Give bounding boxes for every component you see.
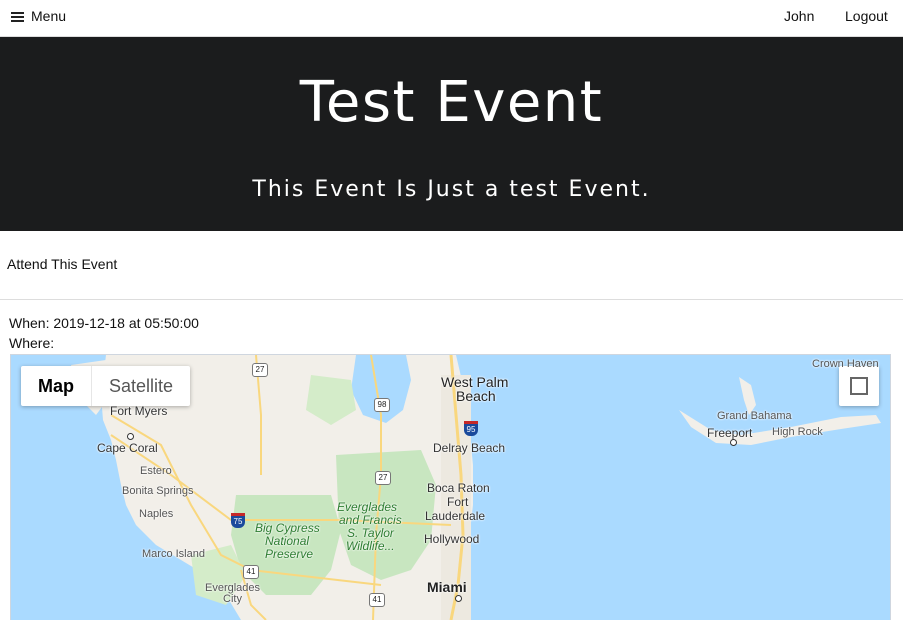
route-us41-shield: 41 [243, 565, 259, 579]
route-us27-shield: 27 [252, 363, 268, 377]
route-us41-shield-2: 41 [369, 593, 385, 607]
city-marker [455, 595, 462, 602]
place-estero: Estero [140, 465, 172, 477]
place-freeport: Freeport [707, 426, 753, 440]
fullscreen-icon [850, 377, 859, 386]
place-bonita-springs: Bonita Springs [122, 485, 194, 497]
place-west-palm-beach: Beach [456, 388, 496, 404]
park-big-cypress-3: Preserve [265, 547, 314, 561]
attend-event-link[interactable]: Attend This Event [7, 256, 117, 272]
event-when: When: 2019-12-18 at 05:50:00 [9, 315, 199, 331]
route-i95-shield: 95 [464, 421, 478, 436]
city-marker [730, 439, 737, 446]
place-boca-raton: Boca Raton [427, 481, 490, 495]
route-us27-shield-2: 27 [375, 471, 391, 485]
place-miami: Miami [427, 579, 467, 595]
place-hollywood: Hollywood [424, 532, 480, 546]
event-hero-banner: Test Event This Event Is Just a test Eve… [0, 37, 903, 231]
place-naples: Naples [139, 508, 174, 520]
event-where-label: Where: [9, 335, 55, 351]
route-i75-shield: 75 [231, 513, 245, 528]
map-type-control: Map Satellite [21, 366, 191, 406]
hamburger-icon [11, 11, 24, 22]
menu-label: Menu [31, 8, 67, 24]
place-crown-haven: Crown Haven [812, 358, 879, 370]
top-nav-bar: Menu John Logout [0, 0, 903, 37]
park-everglades-4: Wildlife... [346, 539, 395, 553]
place-lauderdale: Lauderdale [425, 509, 486, 523]
logout-link[interactable]: Logout [845, 8, 888, 24]
fullscreen-button[interactable] [839, 366, 879, 406]
event-location-map[interactable]: Map Satellite Crown Haven West Palm Beac… [10, 354, 891, 620]
place-cape-coral: Cape Coral [97, 441, 158, 455]
place-marco-island: Marco Island [142, 548, 205, 560]
section-divider [0, 299, 903, 300]
place-delray-beach: Delray Beach [433, 441, 506, 455]
place-fort-myers: Fort Myers [110, 404, 168, 418]
user-name-link[interactable]: John [784, 8, 814, 24]
map-type-satellite-button[interactable]: Satellite [91, 366, 190, 406]
city-marker [127, 433, 134, 440]
place-grand-bahama: Grand Bahama [717, 410, 792, 422]
map-type-map-button[interactable]: Map [21, 366, 91, 406]
place-high-rock: High Rock [772, 426, 823, 438]
route-us98-shield: 98 [374, 398, 390, 412]
event-title: Test Event [299, 70, 604, 135]
event-subtitle: This Event Is Just a test Event. [252, 177, 651, 202]
place-everglades-city-2: City [223, 593, 242, 605]
place-fort: Fort [447, 495, 469, 509]
menu-button[interactable]: Menu [11, 8, 66, 24]
